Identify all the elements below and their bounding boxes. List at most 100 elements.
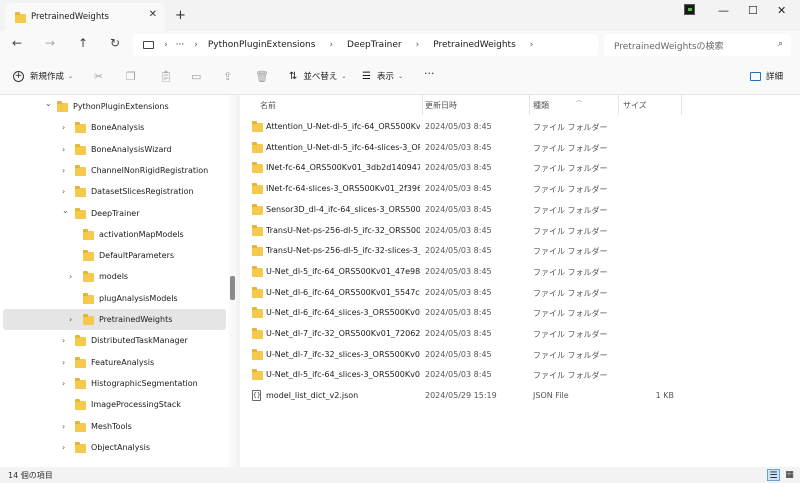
new-button[interactable]: + 新規作成 ⌄ bbox=[13, 70, 73, 82]
file-date: 2024/05/03 8:45 bbox=[425, 225, 492, 235]
new-tab-button[interactable]: + bbox=[175, 8, 186, 23]
file-name: U-Net_dl-7_ifc-32_slices-3_ORS500Kv01_..… bbox=[266, 349, 420, 359]
json-file-icon: {} bbox=[252, 390, 261, 402]
sidebar-item[interactable]: › HistographicSegmentation bbox=[3, 373, 226, 394]
breadcrumb-item[interactable]: PythonPluginExtensions bbox=[208, 40, 316, 50]
sidebar-item[interactable]: › BoneAnalysisWizard bbox=[3, 139, 226, 160]
column-divider[interactable] bbox=[529, 95, 530, 115]
forward-button[interactable]: → bbox=[45, 36, 55, 50]
sidebar-item[interactable]: ImageProcessingStack bbox=[3, 394, 226, 415]
copy-icon[interactable]: ❐ bbox=[126, 70, 136, 83]
folder-icon bbox=[75, 122, 86, 134]
table-row[interactable]: TransU-Net-ps-256-dl-5_ifc-32-slices-3_.… bbox=[248, 241, 788, 261]
sidebar-item[interactable]: › DatasetSlicesRegistration bbox=[3, 181, 226, 202]
sidebar-item[interactable]: plugAnalysisModels bbox=[3, 288, 226, 309]
table-row[interactable]: U-Net_dl-5_ifc-64_slices-3_ORS500Kv01_..… bbox=[248, 365, 788, 385]
column-header-size[interactable]: サイズ bbox=[623, 100, 647, 111]
sidebar-item[interactable]: activationMapModels bbox=[3, 224, 226, 245]
folder-icon bbox=[252, 183, 263, 195]
sidebar-item[interactable]: › MeshTools bbox=[3, 416, 226, 437]
sidebar-item[interactable]: › BoneAnalysis bbox=[3, 117, 226, 138]
chevron-right-icon[interactable]: › bbox=[62, 358, 65, 367]
details-view-icon[interactable]: ☰ bbox=[767, 469, 780, 481]
column-header-type[interactable]: 種類 bbox=[533, 100, 549, 111]
sidebar-item[interactable]: › FeatureAnalysis bbox=[3, 352, 226, 373]
file-date: 2024/05/03 8:45 bbox=[425, 184, 492, 194]
column-divider[interactable] bbox=[618, 95, 619, 115]
breadcrumb-item[interactable]: DeepTrainer bbox=[347, 40, 402, 50]
breadcrumb-item[interactable]: PretrainedWeights bbox=[433, 40, 516, 50]
column-divider[interactable] bbox=[422, 95, 423, 115]
close-tab-icon[interactable]: ✕ bbox=[149, 9, 157, 20]
sidebar-item[interactable]: › PretrainedWeights bbox=[3, 309, 226, 330]
table-row[interactable]: {} model_list_dict_v2.json 2024/05/29 15:1… bbox=[248, 386, 788, 406]
chevron-right-icon[interactable]: › bbox=[62, 123, 65, 132]
chevron-down-icon[interactable]: ⌄ bbox=[45, 99, 52, 108]
folder-icon bbox=[83, 250, 94, 262]
table-row[interactable]: TransU-Net-ps-256-dl-5_ifc-32_ORS500K...… bbox=[248, 221, 788, 241]
table-row[interactable]: INet-fc-64_ORS500Kv01_3db2d1409478... 202… bbox=[248, 158, 788, 178]
sidebar-item[interactable]: › ObjectAnalysis bbox=[3, 437, 226, 458]
table-row[interactable]: Attention_U-Net-dl-5_ifc-64_ORS500Kv0...… bbox=[248, 117, 788, 137]
column-divider[interactable] bbox=[681, 95, 682, 115]
chevron-right-icon[interactable]: › bbox=[62, 145, 65, 154]
chevron-right-icon[interactable]: › bbox=[69, 272, 72, 281]
chevron-down-icon[interactable]: ⌄ bbox=[62, 206, 69, 215]
search-input[interactable]: PretrainedWeightsの検索 ⌕ bbox=[604, 34, 791, 56]
chevron-right-icon[interactable]: › bbox=[62, 443, 65, 452]
table-row[interactable]: INet-fc-64-slices-3_ORS500Kv01_2f396a...… bbox=[248, 179, 788, 199]
file-type: ファイル フォルダー bbox=[533, 205, 608, 215]
sidebar-item[interactable]: › DistributedTaskManager bbox=[3, 330, 226, 351]
rename-icon[interactable]: ▭ bbox=[191, 70, 201, 83]
table-row[interactable]: Sensor3D_dl-4_ifc-64_slices-3_ORS500Kv..… bbox=[248, 200, 788, 220]
chevron-right-icon[interactable]: › bbox=[530, 40, 534, 50]
sidebar-item-label: DefaultParameters bbox=[99, 251, 175, 261]
table-row[interactable]: U-Net_dl-7_ifc-32_ORS500Kv01_720629... 20… bbox=[248, 324, 788, 344]
chevron-right-icon[interactable]: › bbox=[69, 315, 72, 324]
chevron-right-icon[interactable]: › bbox=[62, 422, 65, 431]
sidebar-item[interactable]: › ChannelNonRigidRegistration bbox=[3, 160, 226, 181]
back-button[interactable]: ← bbox=[12, 36, 22, 50]
minimize-button[interactable]: — bbox=[718, 4, 729, 17]
table-row[interactable]: U-Net_dl-6_ifc-64_slices-3_ORS500Kv01_..… bbox=[248, 303, 788, 323]
paste-icon[interactable]: 📋︎ bbox=[159, 70, 173, 83]
chevron-right-icon[interactable]: › bbox=[62, 336, 65, 345]
refresh-button[interactable]: ↻ bbox=[110, 36, 120, 50]
chevron-right-icon[interactable]: › bbox=[62, 187, 65, 196]
table-row[interactable]: U-Net_dl-6_ifc-64_ORS500Kv01_5547cdf... 2… bbox=[248, 283, 788, 303]
breadcrumb-more[interactable]: ··· bbox=[176, 40, 185, 50]
table-row[interactable]: U-Net_dl-7_ifc-32_slices-3_ORS500Kv01_..… bbox=[248, 345, 788, 365]
chevron-right-icon[interactable]: › bbox=[62, 166, 65, 175]
sort-button[interactable]: ⇅ 並べ替え ⌄ bbox=[289, 70, 346, 83]
folder-icon bbox=[252, 265, 263, 277]
table-row[interactable]: U-Net_dl-5_ifc-64_ORS500Kv01_47e986a... 2… bbox=[248, 262, 788, 282]
cut-icon[interactable]: ✂ bbox=[94, 70, 103, 83]
sidebar-item[interactable]: ⌄ PythonPluginExtensions bbox=[3, 96, 226, 117]
delete-icon[interactable]: 🗑︎ bbox=[255, 70, 269, 83]
tab-pretrainedweights[interactable]: PretrainedWeights ✕ bbox=[5, 3, 165, 31]
column-header-date[interactable]: 更新日時 bbox=[425, 100, 457, 111]
table-row[interactable]: Attention_U-Net-dl-5_ifc-64-slices-3_OR.… bbox=[248, 138, 788, 158]
sidebar-item[interactable]: DefaultParameters bbox=[3, 245, 226, 266]
chevron-right-icon[interactable]: › bbox=[62, 379, 65, 388]
up-button[interactable]: ↑ bbox=[78, 36, 88, 50]
file-name: U-Net_dl-5_ifc-64_slices-3_ORS500Kv01_..… bbox=[266, 370, 420, 380]
folder-icon bbox=[83, 292, 94, 304]
navigation-bar: ← → ↑ ↻ › ··· › PythonPluginExtensions ›… bbox=[0, 31, 800, 58]
title-bar: PretrainedWeights ✕ + — ☐ ✕ bbox=[0, 0, 800, 31]
column-header-name[interactable]: 名前 bbox=[260, 100, 276, 111]
view-button[interactable]: ☰ 表示 ⌄ bbox=[362, 70, 403, 83]
maximize-button[interactable]: ☐ bbox=[748, 4, 758, 17]
sidebar-item-label: DeepTrainer bbox=[91, 208, 140, 218]
more-options-button[interactable]: ··· bbox=[424, 67, 435, 80]
share-icon[interactable]: ⇪ bbox=[223, 70, 232, 83]
address-bar[interactable]: › ··· › PythonPluginExtensions › DeepTra… bbox=[133, 34, 598, 56]
details-button[interactable]: 詳細 bbox=[750, 70, 783, 82]
close-window-button[interactable]: ✕ bbox=[777, 4, 786, 17]
tiles-view-icon[interactable]: ▦ bbox=[783, 469, 796, 481]
sidebar-scroll-thumb[interactable] bbox=[230, 276, 235, 300]
sidebar-item[interactable]: › models bbox=[3, 266, 226, 287]
file-date: 2024/05/03 8:45 bbox=[425, 266, 492, 276]
sidebar-item[interactable]: ⌄ DeepTrainer bbox=[3, 203, 226, 224]
search-icon[interactable]: ⌕ bbox=[778, 39, 783, 49]
